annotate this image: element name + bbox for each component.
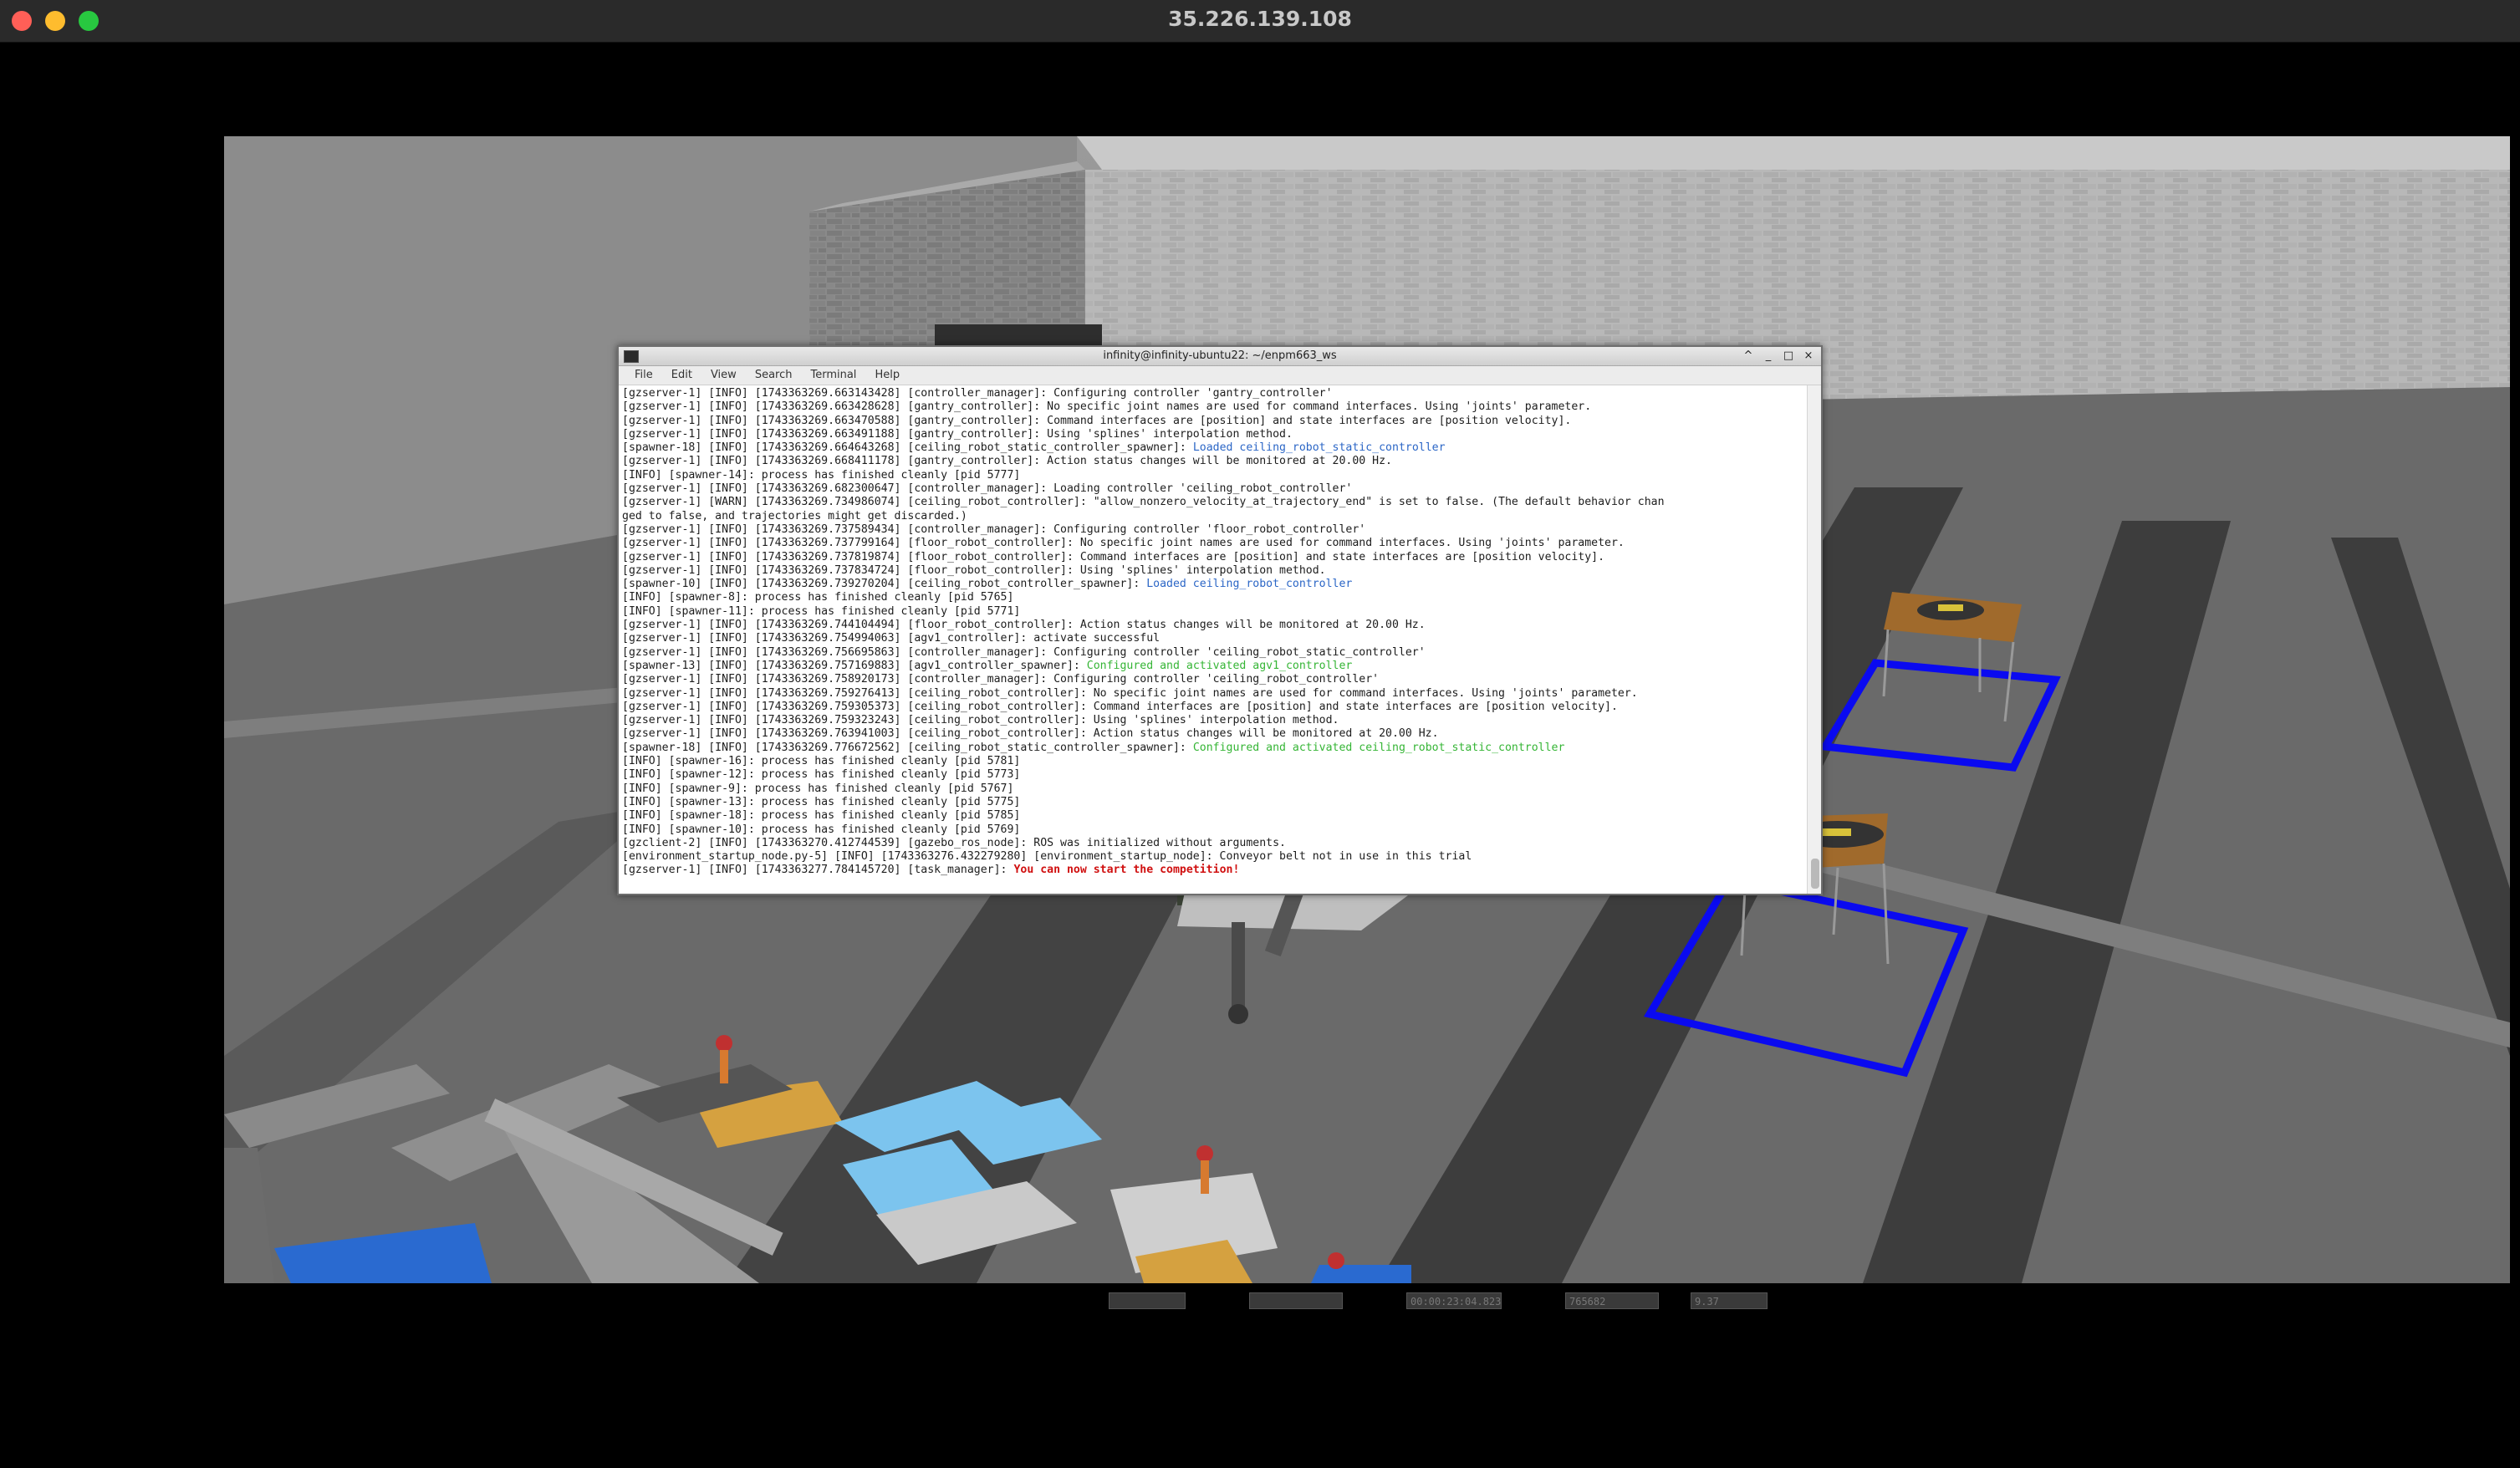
terminal-titlebar[interactable]: infinity@infinity-ubuntu22: ~/enpm663_ws… [619,347,1821,366]
terminal-line: [INFO] [spawner-8]: process has finished… [622,591,1014,604]
terminal-line: [gzserver-1] [INFO] [1743363269.66314342… [622,387,1333,400]
terminal-scrollbar[interactable] [1807,385,1821,894]
menu-view[interactable]: View [701,366,746,385]
close-icon[interactable]: × [1801,347,1816,365]
terminal-title: infinity@infinity-ubuntu22: ~/enpm663_ws [1103,349,1337,362]
terminal-line: [spawner-13] [INFO] [1743363269.75716988… [622,659,1353,672]
scrollbar-thumb[interactable] [1811,859,1819,889]
terminal-line: [gzserver-1] [INFO] [1743363269.73758943… [622,522,1366,536]
terminal-line: [spawner-10] [INFO] [1743363269.73927020… [622,578,1353,591]
terminal-highlight: You can now start the competition! [1013,864,1240,877]
terminal-line: [gzserver-1] [INFO] [1743363269.66841117… [622,455,1392,468]
terminal-line: [gzserver-1] [INFO] [1743363269.75499406… [622,632,1161,645]
terminal-line: [gzserver-1] [INFO] [1743363269.75892017… [622,673,1380,686]
terminal-line: [INFO] [spawner-9]: process has finished… [622,782,1014,795]
iterations-readout: 765682 [1565,1292,1659,1309]
terminal-line: [environment_startup_node.py-5] [INFO] [… [622,850,1472,864]
terminal-line: [gzserver-1] [INFO] [1743363269.66342862… [622,400,1592,414]
realtime-factor-widget [1109,1292,1186,1309]
terminal-line: [gzserver-1] [INFO] [1743363277.78414572… [622,864,1240,877]
terminal-output[interactable]: [gzserver-1] [INFO] [1743363269.66314342… [619,385,1806,894]
terminal-highlight: Configured and activated ceiling_robot_s… [1192,741,1565,754]
maximize-icon[interactable]: □ [1781,347,1796,365]
terminal-line: [gzserver-1] [INFO] [1743363269.73781987… [622,550,1605,563]
terminal-line: [gzserver-1] [INFO] [1743363269.68230064… [622,482,1353,496]
shade-icon[interactable]: ^ [1741,347,1756,365]
menu-edit[interactable]: Edit [662,366,701,385]
terminal-line: ged to false, and trajectories might get… [622,509,967,522]
menu-file[interactable]: File [625,366,662,385]
terminal-menubar: File Edit View Search Terminal Help [619,366,1821,385]
sim-time-readout: 00:00:23:04.823 [1406,1292,1502,1309]
terminal-window[interactable]: infinity@infinity-ubuntu22: ~/enpm663_ws… [617,345,1823,895]
menu-terminal[interactable]: Terminal [801,366,865,385]
window-title: 35.226.139.108 [1168,7,1352,31]
terminal-line: [INFO] [spawner-13]: process has finishe… [622,795,1021,808]
terminal-line: [INFO] [spawner-12]: process has finishe… [622,768,1021,782]
terminal-line: [spawner-18] [INFO] [1743363269.77667256… [622,741,1565,754]
terminal-line: [gzserver-1] [INFO] [1743363269.75927641… [622,686,1638,700]
terminal-line: [gzserver-1] [INFO] [1743363269.66349118… [622,427,1293,441]
terminal-line: [spawner-18] [INFO] [1743363269.66464326… [622,441,1446,455]
terminal-line: [gzserver-1] [INFO] [1743363269.75669586… [622,645,1426,659]
terminal-line: [gzserver-1] [WARN] [1743363269.73498607… [622,496,1665,509]
menu-help[interactable]: Help [865,366,909,385]
sim-view-controls[interactable] [1249,1292,1343,1309]
terminal-line: [gzserver-1] [INFO] [1743363269.73783472… [622,563,1326,577]
terminal-icon [624,350,639,363]
terminal-line: [gzclient-2] [INFO] [1743363270.41274453… [622,836,1286,849]
terminal-highlight: Loaded ceiling_robot_controller [1146,578,1353,591]
brick-wall-top [1077,136,2510,170]
minimize-icon[interactable]: _ [1761,347,1776,365]
terminal-line: [gzserver-1] [INFO] [1743363269.73779916… [622,537,1625,550]
terminal-line: [INFO] [spawner-11]: process has finishe… [622,604,1021,618]
terminal-line: [INFO] [spawner-18]: process has finishe… [622,809,1021,823]
fps-readout: 9.37 [1691,1292,1768,1309]
menu-search[interactable]: Search [746,366,802,385]
terminal-line: [INFO] [spawner-14]: process has finishe… [622,468,1021,482]
terminal-line: [INFO] [spawner-16]: process has finishe… [622,755,1021,768]
terminal-line: [gzserver-1] [INFO] [1743363269.66347058… [622,414,1572,427]
window-titlebar: 35.226.139.108 [0,0,2520,43]
terminal-line: [gzserver-1] [INFO] [1743363269.75930537… [622,700,1618,713]
terminal-line: [gzserver-1] [INFO] [1743363269.75932324… [622,714,1339,727]
terminal-highlight: Loaded ceiling_robot_static_controller [1192,441,1446,455]
terminal-highlight: Configured and activated agv1_controller [1086,659,1353,672]
terminal-line: [gzserver-1] [INFO] [1743363269.74410449… [622,619,1426,632]
terminal-line: [gzserver-1] [INFO] [1743363269.76394100… [622,727,1439,741]
terminal-line: [INFO] [spawner-10]: process has finishe… [622,823,1021,836]
